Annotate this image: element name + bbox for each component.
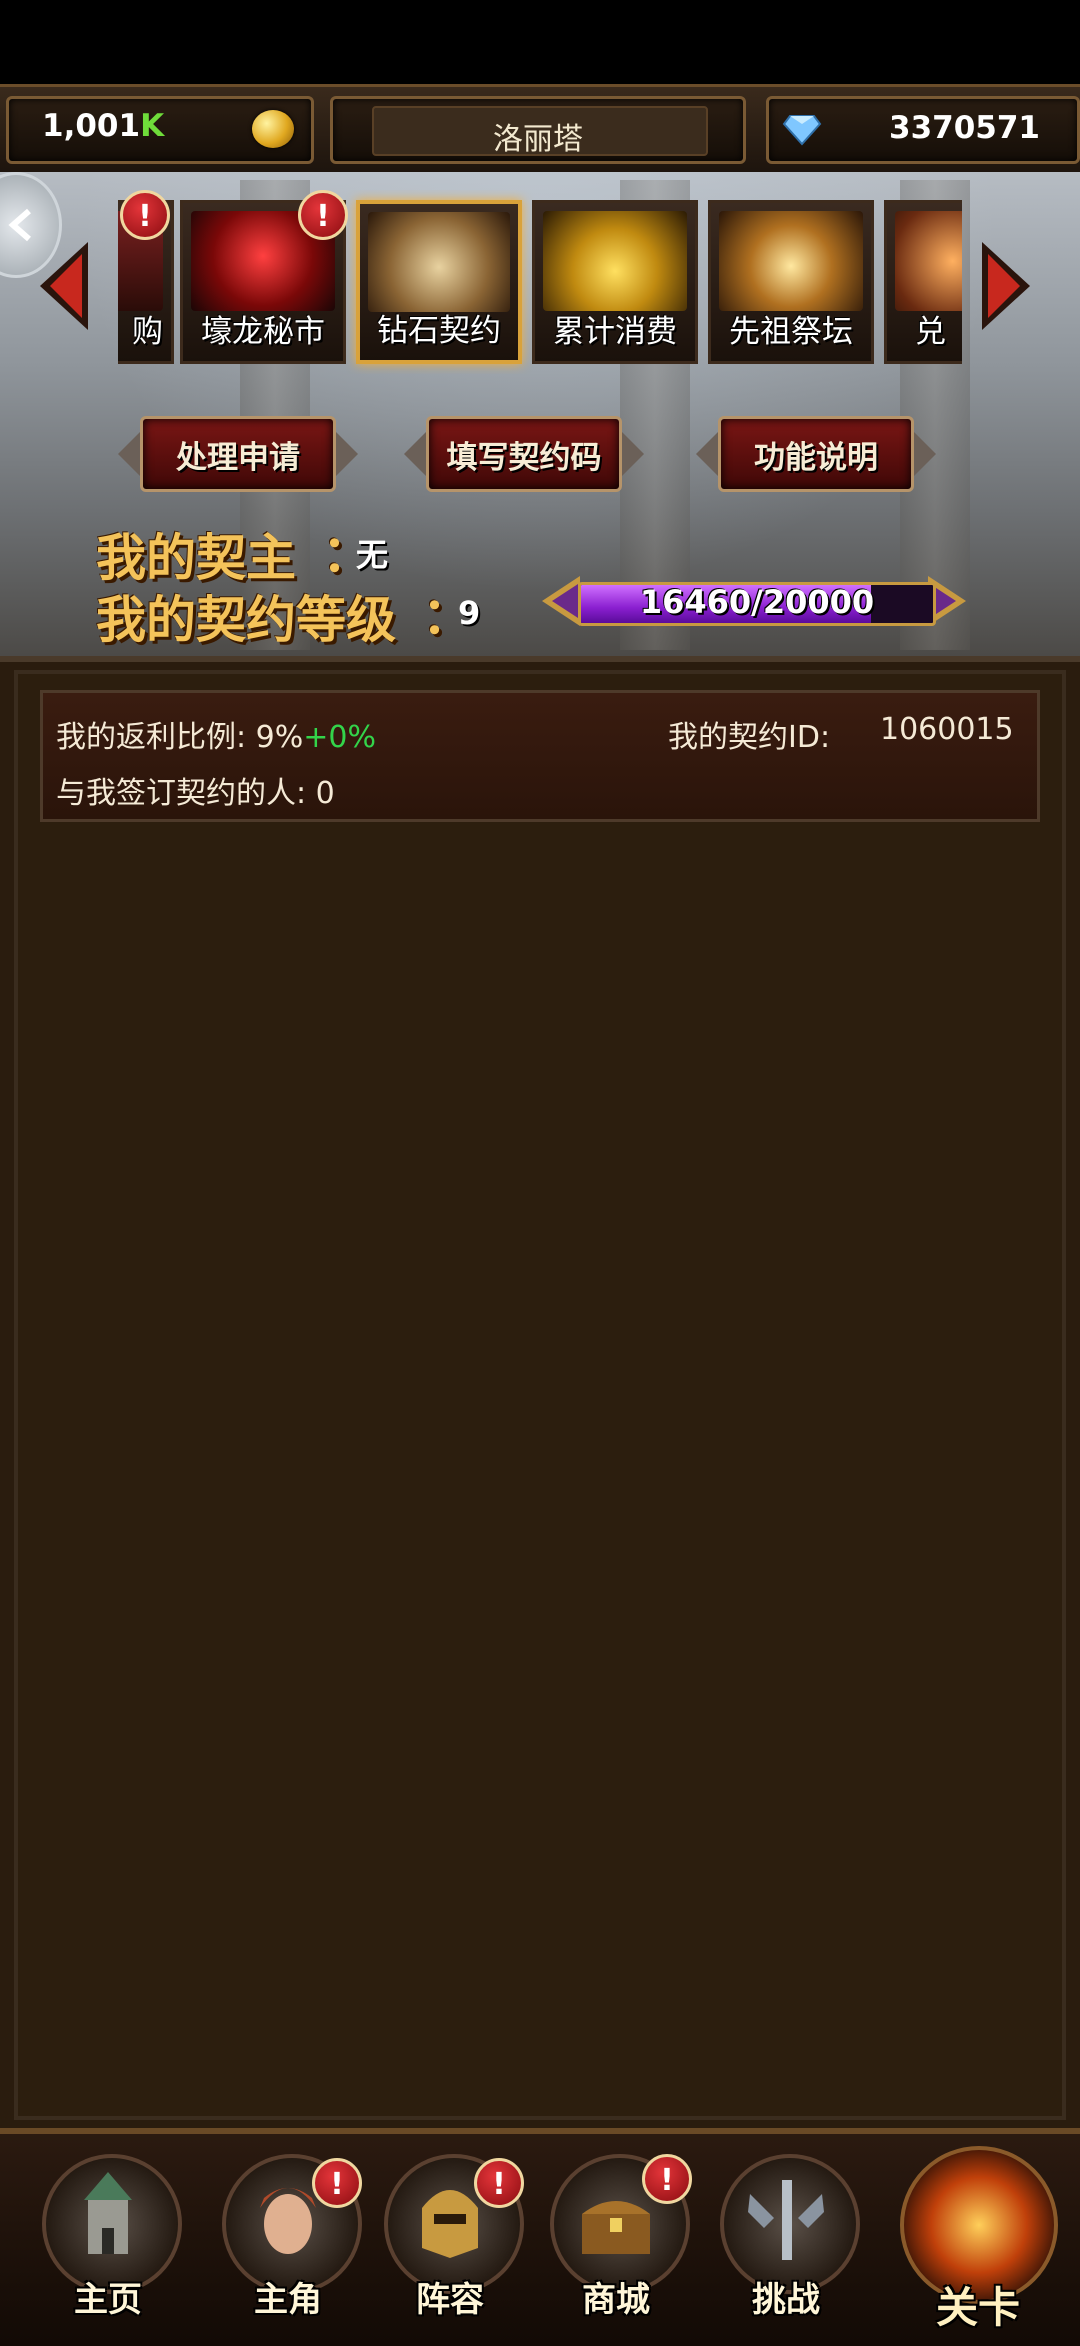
tab-exchange-partial[interactable]: 兑	[884, 200, 962, 364]
rebate-rate: 我的返利比例: 9%+0%	[56, 720, 376, 755]
contract-level-label: 我的契约等级	[96, 591, 396, 649]
tab-scroll-left-icon[interactable]	[36, 238, 92, 334]
button-label: 填写契约码	[446, 440, 602, 476]
button-label: 处理申请	[176, 440, 300, 476]
gold-coins-icon	[543, 211, 687, 311]
nav-challenge[interactable]: 挑战	[706, 2146, 866, 2332]
alert-badge: !	[474, 2158, 524, 2208]
owner-value: 无	[356, 536, 389, 574]
gem-amount: 3370571	[889, 110, 1040, 146]
back-arrow-icon	[8, 208, 31, 242]
tab-cumulative-spend[interactable]: 累计消费	[532, 200, 698, 364]
rebate-bonus: +0%	[303, 720, 376, 755]
nav-home[interactable]: 主页	[28, 2146, 188, 2332]
altar-flower-icon	[719, 211, 863, 311]
contract-level-value: 9	[458, 594, 481, 632]
nav-label: 挑战	[752, 2280, 820, 2320]
feature-help-button[interactable]: 功能说明	[696, 408, 936, 500]
tab-scroll-right-icon[interactable]	[978, 238, 1034, 334]
handle-requests-button[interactable]: 处理申请	[118, 408, 358, 500]
tab-ancestor-altar[interactable]: 先祖祭坛	[708, 200, 874, 364]
alert-badge: !	[312, 2158, 362, 2208]
signed-count: 与我签订契约的人: 0	[56, 776, 335, 811]
tab-label: 购	[132, 314, 163, 350]
feature-tabs: 购 壕龙秘市 钻石契约 累计消费 先祖祭坛 兑	[118, 190, 962, 374]
alert-badge: !	[642, 2154, 692, 2204]
button-label: 功能说明	[754, 440, 878, 476]
alert-badge: !	[120, 190, 170, 240]
enter-contract-code-button[interactable]: 填写契约码	[404, 408, 644, 500]
alert-badge: !	[298, 190, 348, 240]
tab-label: 兑	[915, 314, 946, 350]
contract-list-area	[14, 670, 1066, 2120]
contract-book-icon	[368, 212, 510, 312]
nav-label: 主页	[74, 2280, 142, 2320]
gold-coin-icon	[252, 110, 294, 148]
nav-label: 商城	[582, 2280, 650, 2320]
gold-amount: 1,001K	[42, 108, 165, 144]
nav-label: 关卡	[935, 2283, 1020, 2332]
nav-label: 主角	[254, 2280, 322, 2320]
tab-label: 先祖祭坛	[729, 314, 853, 350]
tab-diamond-contract[interactable]: 钻石契约	[356, 200, 522, 364]
tab-label: 壕龙秘市	[201, 314, 325, 350]
tab-label: 钻石契约	[377, 313, 501, 349]
contract-id-label: 我的契约ID:	[668, 720, 831, 755]
tab-art	[895, 211, 962, 311]
contract-id-value: 1060015	[880, 712, 1014, 747]
tab-label: 累计消费	[553, 314, 677, 350]
progress-text: 16460/20000	[639, 583, 875, 621]
nav-label: 阵容	[416, 2280, 484, 2320]
character-name: 洛丽塔	[493, 122, 583, 157]
diamond-icon	[782, 115, 822, 146]
nav-stages[interactable]: 关卡	[880, 2146, 1076, 2332]
